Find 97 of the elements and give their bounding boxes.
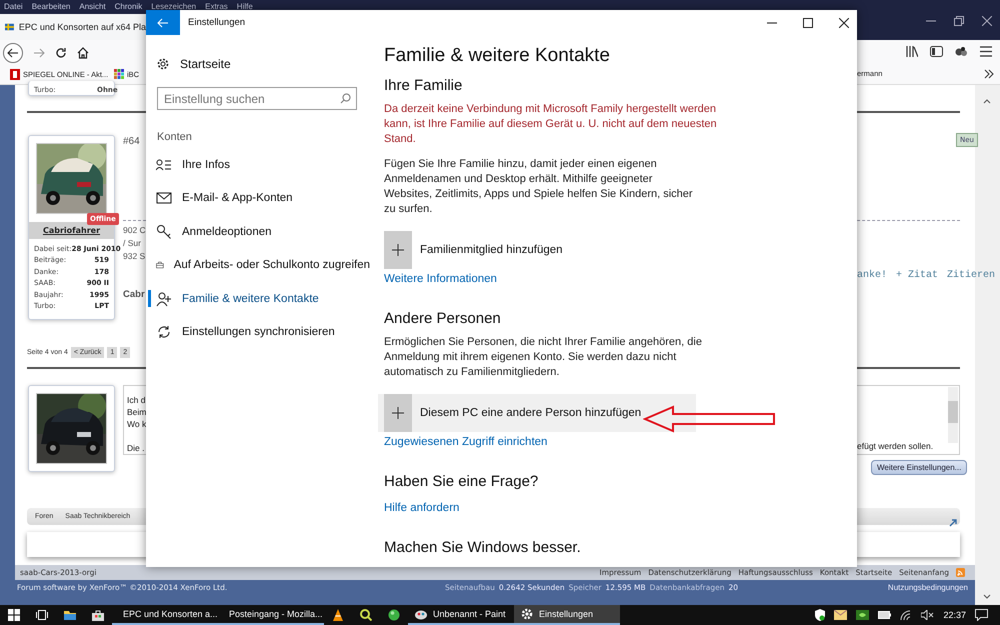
- window-title: Einstellungen: [188, 17, 246, 28]
- home-nav-item[interactable]: Startseite: [146, 54, 370, 74]
- menu-item[interactable]: Hilfe: [236, 2, 253, 10]
- app-icon: [520, 607, 534, 621]
- scrollbar-thumb[interactable]: [948, 401, 958, 423]
- hint-text: efügt werden sollen.: [857, 441, 934, 453]
- notification-icon[interactable]: [975, 609, 988, 621]
- editor-text: Die .: [127, 443, 146, 455]
- username[interactable]: Cabriofahrer: [29, 222, 114, 239]
- nav-icon: [156, 290, 172, 307]
- nav-item[interactable]: Anmeldeoptionen: [146, 215, 370, 248]
- post-action-link[interactable]: anke!: [857, 270, 888, 281]
- post-action-link[interactable]: + Zitat: [896, 270, 938, 281]
- nav-item[interactable]: Familie & weitere Kontakte: [146, 282, 370, 316]
- nav-icon: [156, 224, 172, 240]
- task-view-icon[interactable]: [36, 610, 48, 620]
- menu-item[interactable]: Extras: [205, 2, 228, 10]
- browser-tab[interactable]: EPC und Konsorten auf x64 Pla: [0, 14, 146, 40]
- search-field[interactable]: Einstellung suchen: [157, 87, 357, 110]
- clock[interactable]: 22:37: [943, 610, 966, 620]
- grid-icon[interactable]: [114, 69, 124, 79]
- section-heading: Haben Sie eine Frage?: [384, 473, 540, 490]
- back-button[interactable]: [146, 10, 180, 35]
- plus-icon: [392, 407, 404, 419]
- search-icon: [340, 93, 351, 104]
- nav-icon: [156, 324, 172, 340]
- shield-icon[interactable]: [815, 609, 826, 621]
- add-person-button[interactable]: Familienmitglied hinzufügen: [378, 231, 696, 269]
- maximize-icon[interactable]: [803, 18, 813, 28]
- description-text: Ermöglichen Sie Personen, die nicht Ihrer Familie angehören, die Anmeldung mit ihrem eigenen Konto. Sie werden dazu nicht automatisch zu Familienmitgliedern.: [384, 335, 702, 380]
- bag-icon[interactable]: [92, 610, 104, 620]
- more-settings-button[interactable]: Weitere Einstellungen...: [871, 460, 968, 475]
- editor-text: Ich d: [127, 395, 146, 407]
- nav-icon: [156, 190, 172, 206]
- post-action-link[interactable]: Zitieren: [947, 270, 996, 281]
- nav-item[interactable]: Auf Arbeits- oder Schulkonto zugreifen: [146, 248, 370, 282]
- signature-text: 932 S: [123, 250, 146, 263]
- scroll-down-icon[interactable]: [983, 594, 991, 600]
- forward-icon[interactable]: [33, 46, 45, 58]
- reload-icon[interactable]: [55, 46, 67, 58]
- link[interactable]: Zugewiesenen Zugriff einrichten: [384, 436, 548, 448]
- start-icon[interactable]: [8, 609, 20, 621]
- section-label: Konten: [157, 131, 193, 143]
- bookmark-icon[interactable]: [10, 69, 20, 80]
- taskbar-app[interactable]: Posteingang - Mozilla...: [218, 605, 324, 625]
- taskbar-app[interactable]: EPC und Konsorten a...: [112, 605, 218, 625]
- warning-text: Da derzeit keine Verbindung mit Microsoft Family hergestellt werden kann, ist Ihre Familie auf diesem Gerät u. U. nicht auf dem neuesten Stand.: [384, 102, 718, 147]
- scroll-up-icon[interactable]: [983, 98, 991, 104]
- sidebar-icon[interactable]: [930, 46, 943, 57]
- menu-item[interactable]: Ansicht: [79, 2, 106, 10]
- close-icon[interactable]: [982, 16, 992, 26]
- section-heading: Andere Personen: [384, 310, 502, 327]
- menu-item[interactable]: Datei: [4, 2, 23, 10]
- menu-item[interactable]: Bearbeiten: [32, 2, 70, 10]
- jump-icon[interactable]: [949, 519, 957, 527]
- editor-text: Wo k: [127, 419, 146, 431]
- section-heading: Ihre Familie: [384, 77, 464, 94]
- restore-icon[interactable]: [954, 16, 964, 26]
- signature-name: Cabr: [123, 288, 145, 301]
- nav-icon: [156, 156, 172, 173]
- magnifier-icon[interactable]: [360, 609, 372, 621]
- folder-icon[interactable]: [64, 610, 76, 620]
- page-heading: Familie & weitere Kontakte: [384, 45, 611, 67]
- signature-text: / Sur: [123, 237, 142, 250]
- battery-icon[interactable]: [878, 611, 892, 619]
- nav-item[interactable]: Einstellungen synchronisieren: [146, 316, 370, 349]
- post-number[interactable]: #64: [123, 135, 140, 148]
- home-icon[interactable]: [77, 46, 89, 58]
- close-icon[interactable]: [839, 18, 849, 28]
- settings-icon: [156, 57, 170, 71]
- globe-icon[interactable]: [388, 609, 400, 621]
- back-icon: [157, 18, 169, 28]
- taskbar-app[interactable]: Einstellungen: [514, 605, 620, 625]
- terms-link[interactable]: Nutzungsbedingungen: [888, 583, 968, 592]
- wifi-icon[interactable]: [900, 610, 912, 620]
- link[interactable]: Weitere Informationen: [384, 273, 497, 285]
- description-text: Fügen Sie Ihre Familie hinzu, damit jeder einen eigenen Anmeldenamen und Desktop erhält. Mithilfe geeigneter Websites, Zeitlimits, Apps und Spiele helfen Sie Kindern, sicher zu surfen.: [384, 157, 694, 217]
- nav-item[interactable]: E-Mail- & App-Konten: [146, 182, 370, 215]
- menu-item[interactable]: Chronik: [114, 2, 142, 10]
- reply-editor[interactable]: efügt werden sollen.: [857, 385, 960, 455]
- speaker-muted-icon[interactable]: [921, 610, 934, 620]
- plus-icon: [392, 244, 404, 256]
- cone-icon[interactable]: [332, 609, 344, 621]
- nav-item[interactable]: Ihre Infos: [146, 148, 370, 182]
- add-person-button[interactable]: Diesem PC eine andere Person hinzufügen: [378, 394, 696, 432]
- signature-text: 902 C: [123, 224, 146, 237]
- library-icon[interactable]: [906, 46, 918, 57]
- editor-text: Beim: [127, 407, 146, 419]
- back-icon[interactable]: [3, 42, 23, 62]
- mail-icon[interactable]: [834, 610, 848, 620]
- flag-icon: [5, 23, 14, 31]
- reply-editor[interactable]: Ich d Beim Wo k Die .: [123, 385, 146, 455]
- chevron-icon[interactable]: [984, 69, 994, 79]
- menu-icon[interactable]: [980, 46, 992, 57]
- section-heading: Machen Sie Windows besser.: [384, 539, 582, 556]
- menu-item[interactable]: Lesezeichen: [151, 2, 196, 10]
- link[interactable]: Hilfe anfordern: [384, 502, 460, 514]
